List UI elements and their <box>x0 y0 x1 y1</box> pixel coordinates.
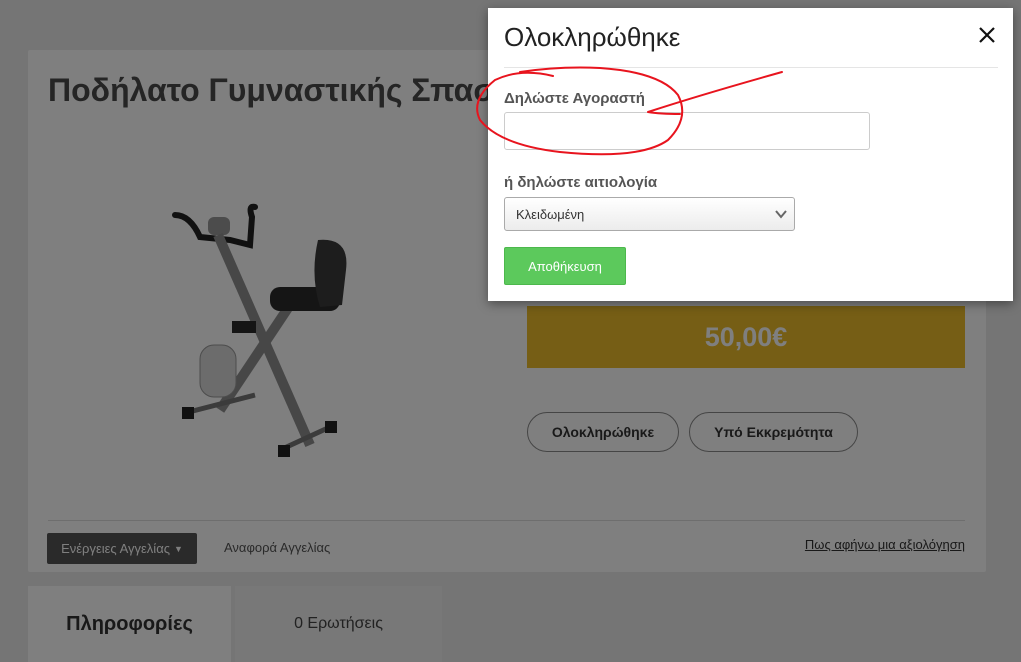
close-button[interactable] <box>975 22 999 48</box>
close-icon <box>979 27 995 43</box>
reason-label: ή δηλώστε αιτιολογία <box>504 174 658 191</box>
chevron-down-icon <box>775 210 787 219</box>
buyer-input[interactable] <box>504 112 870 150</box>
modal-title: Ολοκληρώθηκε <box>504 22 681 52</box>
buyer-label: Δηλώστε Αγοραστή <box>504 90 645 107</box>
completed-modal: Ολοκληρώθηκε Δηλώστε Αγοραστή ή δηλώστε … <box>488 8 1013 301</box>
reason-select[interactable]: Κλειδωμένη <box>504 197 795 231</box>
reason-selected-value: Κλειδωμένη <box>516 206 585 222</box>
save-button[interactable]: Αποθήκευση <box>504 247 626 285</box>
modal-divider <box>504 67 998 68</box>
